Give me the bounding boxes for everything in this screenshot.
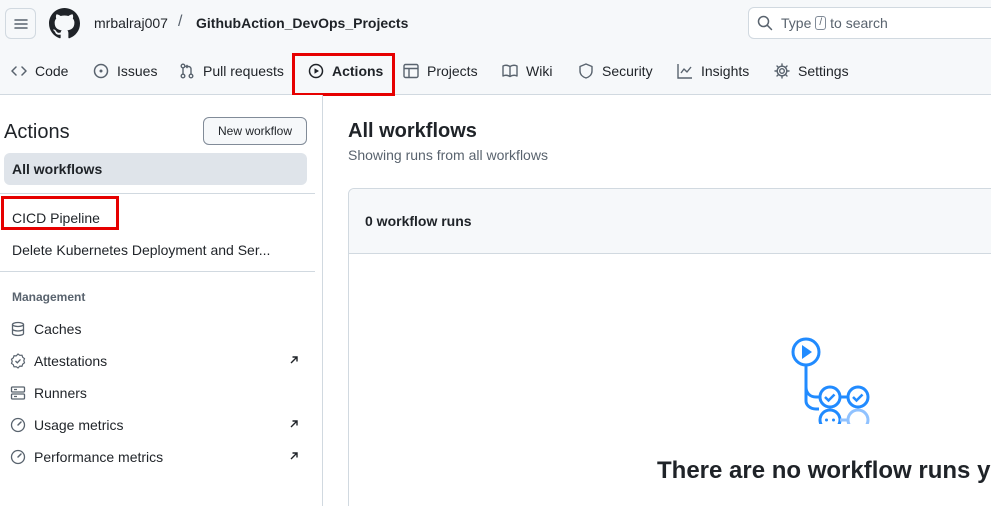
workflow-link-delete-kubernetes[interactable]: Delete Kubernetes Deployment and Ser... xyxy=(12,242,270,258)
search-input[interactable]: Type / to search xyxy=(748,7,991,39)
tab-code[interactable]: Code xyxy=(11,48,68,94)
cicd-pipeline-highlight-box xyxy=(1,196,119,230)
table-icon xyxy=(403,63,419,79)
meter-icon xyxy=(10,449,26,465)
tab-pull-requests[interactable]: Pull requests xyxy=(179,48,284,94)
shield-icon xyxy=(579,63,593,79)
sidebar-title: Actions xyxy=(4,121,70,143)
sidebar-item-runners[interactable]: Runners xyxy=(10,383,300,403)
tab-label: Settings xyxy=(798,63,849,79)
code-icon xyxy=(11,66,27,76)
sidebar-item-performance-metrics[interactable]: Performance metrics xyxy=(10,447,300,467)
tab-label: Issues xyxy=(117,63,158,79)
tab-label: Security xyxy=(602,63,653,79)
workflow-runs-panel: 0 workflow runs There are no workflow ru… xyxy=(348,188,991,506)
workflow-illustration-icon xyxy=(791,337,870,424)
tab-label: Pull requests xyxy=(203,63,284,79)
workflow-runs-count: 0 workflow runs xyxy=(349,189,991,254)
pull-request-icon xyxy=(180,63,194,79)
tab-label: Code xyxy=(35,63,69,79)
repo-owner-link[interactable]: mrbalraj007 xyxy=(94,15,168,31)
sidebar-divider xyxy=(0,271,315,272)
sidebar-item-label: Performance metrics xyxy=(34,449,164,465)
top-header: mrbalraj007 / GithubAction_DevOps_Projec… xyxy=(0,0,991,48)
empty-state-message: There are no workflow runs yet xyxy=(657,457,991,484)
hamburger-icon xyxy=(13,18,28,29)
issue-icon xyxy=(93,63,109,79)
page-subtitle: Showing runs from all workflows xyxy=(348,147,548,163)
sidebar-item-caches[interactable]: Caches xyxy=(10,319,300,339)
external-link-arrow-icon xyxy=(290,356,298,364)
sidebar-item-all-workflows[interactable]: All workflows xyxy=(4,153,307,185)
tab-issues[interactable]: Issues xyxy=(93,48,157,94)
database-icon xyxy=(11,321,25,337)
sidebar-item-usage-metrics[interactable]: Usage metrics xyxy=(10,415,300,435)
gear-icon xyxy=(774,63,790,79)
tab-wiki[interactable]: Wiki xyxy=(502,48,552,94)
tab-insights[interactable]: Insights xyxy=(677,48,749,94)
new-workflow-button[interactable]: New workflow xyxy=(203,117,307,145)
book-icon xyxy=(502,64,518,78)
search-prefix: Type xyxy=(781,15,812,31)
sidebar-item-label: Runners xyxy=(34,385,87,401)
tab-security[interactable]: Security xyxy=(578,48,653,94)
meter-icon xyxy=(10,417,26,433)
tab-label: Insights xyxy=(701,63,750,79)
graph-icon xyxy=(677,64,692,79)
search-suffix: to search xyxy=(830,15,888,31)
menu-button[interactable] xyxy=(5,8,36,39)
sidebar-item-attestations[interactable]: Attestations xyxy=(10,351,300,371)
verified-icon xyxy=(10,353,26,369)
search-icon xyxy=(757,15,773,31)
page-title: All workflows xyxy=(348,120,477,142)
tab-projects[interactable]: Projects xyxy=(403,48,478,94)
actions-sidebar: Actions New workflow All workflows CICD … xyxy=(0,95,323,506)
tab-settings[interactable]: Settings xyxy=(774,48,849,94)
server-icon xyxy=(10,386,26,400)
breadcrumb-separator: / xyxy=(178,13,183,30)
sidebar-divider xyxy=(0,193,315,194)
management-heading: Management xyxy=(12,290,86,304)
repo-nav-tabs: Code Issues Pull requests Actions Projec… xyxy=(0,48,991,95)
sidebar-item-label: Attestations xyxy=(34,353,108,369)
search-shortcut-key: / xyxy=(815,16,827,30)
tab-label: Wiki xyxy=(526,63,553,79)
external-link-arrow-icon xyxy=(290,420,298,428)
tab-label: Projects xyxy=(427,63,478,79)
repo-name-link[interactable]: GithubAction_DevOps_Projects xyxy=(196,15,408,31)
sidebar-item-label: Caches xyxy=(34,321,82,337)
github-logo-icon[interactable] xyxy=(49,8,80,39)
actions-tab-highlight-box xyxy=(292,53,395,96)
sidebar-item-label: Usage metrics xyxy=(34,417,124,433)
external-link-arrow-icon xyxy=(290,452,298,460)
